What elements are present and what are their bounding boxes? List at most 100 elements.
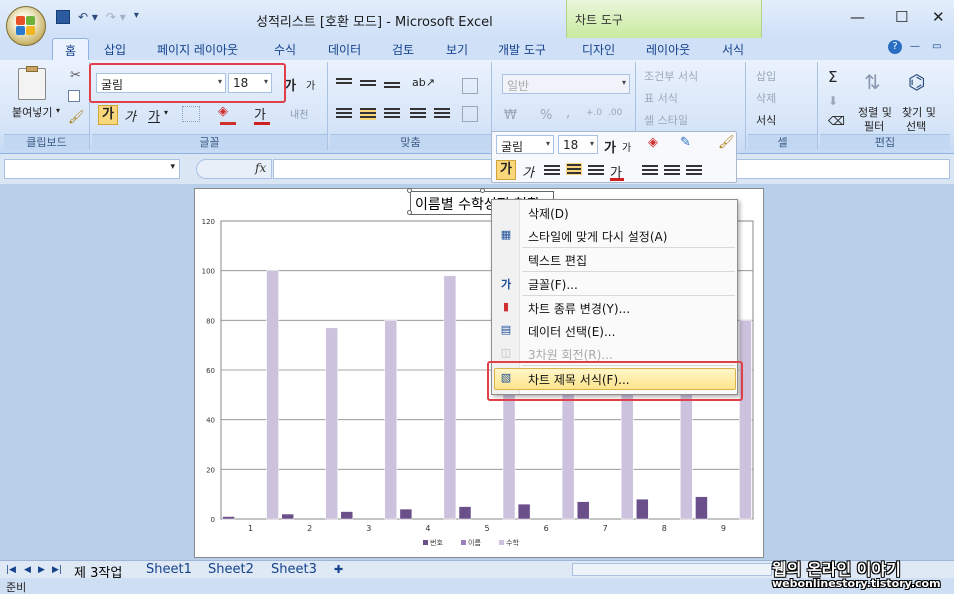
sort-filter-icon[interactable]: ⇅	[864, 70, 881, 94]
align-center-icon[interactable]	[360, 108, 376, 120]
mini-increase-indent-icon[interactable]	[664, 165, 680, 177]
tab-page-layout[interactable]: 페이지 레이아웃	[157, 41, 238, 58]
bold-button[interactable]: 가	[98, 105, 118, 125]
mini-fill-color-icon[interactable]: ◈	[648, 135, 658, 150]
first-sheet-icon[interactable]: |◀	[6, 565, 16, 575]
name-box[interactable]: ▾	[4, 159, 180, 179]
insert-sheet-icon[interactable]: ✚	[334, 563, 343, 576]
tab-data[interactable]: 데이터	[328, 41, 361, 58]
minimize-button[interactable]: —	[850, 8, 865, 26]
tab-home[interactable]: 홈	[52, 38, 90, 60]
find-select-button-line2[interactable]: 선택	[906, 118, 926, 134]
format-table-button[interactable]: 표 서식	[644, 90, 678, 106]
align-middle-icon[interactable]	[360, 80, 376, 92]
tab-developer[interactable]: 개발 도구	[498, 41, 546, 58]
font-color-button[interactable]: 가	[254, 104, 266, 123]
conditional-format-button[interactable]: 조건부 서식	[644, 68, 698, 84]
insert-cells-button[interactable]: 삽입	[756, 68, 776, 84]
sheet-tab[interactable]: Sheet1	[146, 562, 192, 577]
autosum-button[interactable]: Σ	[828, 68, 837, 86]
selection-handle[interactable]	[407, 188, 412, 193]
menu-item-delete[interactable]: 삭제(D)	[528, 205, 569, 222]
mini-font-name-combo[interactable]: 굴림 ▾	[496, 135, 554, 154]
help-icon[interactable]: ?	[888, 40, 902, 54]
binoculars-icon[interactable]: ⌬	[908, 70, 925, 94]
align-left-icon[interactable]	[336, 108, 352, 120]
menu-item-reset-style[interactable]: 스타일에 맞게 다시 설정(A)	[528, 228, 667, 245]
prev-sheet-icon[interactable]: ◀	[24, 565, 31, 575]
selection-handle[interactable]	[407, 210, 412, 215]
delete-cells-button[interactable]: 삭제	[756, 90, 776, 106]
ribbon-restore-icon[interactable]: ▭	[932, 41, 941, 52]
format-painter-icon[interactable]: 🖌	[68, 110, 85, 125]
cell-styles-button[interactable]: 셀 스타일	[644, 112, 688, 128]
mini-bold-button[interactable]: 가	[496, 160, 516, 180]
mini-font-size-combo[interactable]: 18 ▾	[558, 135, 598, 154]
tab-review[interactable]: 검토	[392, 41, 414, 58]
phonetic-button[interactable]: 내천	[290, 106, 308, 121]
italic-button[interactable]: 가	[124, 106, 136, 125]
mini-grow-font-button[interactable]: 가	[604, 137, 616, 156]
fill-color-icon[interactable]: ◈	[218, 104, 228, 119]
increase-indent-icon[interactable]	[434, 108, 450, 120]
comma-button[interactable]: ,	[566, 106, 570, 121]
mini-align-center-icon[interactable]	[566, 163, 582, 175]
save-icon[interactable]	[56, 10, 70, 24]
merge-center-icon[interactable]	[462, 106, 478, 122]
maximize-button[interactable]: ☐	[895, 8, 908, 26]
menu-item-edit-text[interactable]: 텍스트 편집	[528, 252, 587, 269]
sort-filter-button-line2[interactable]: 필터	[864, 118, 884, 134]
menu-item-select-data[interactable]: 데이터 선택(E)...	[528, 323, 615, 340]
orientation-icon[interactable]: ab↗	[412, 76, 435, 89]
customize-qat-icon[interactable]: ▾	[134, 10, 139, 24]
horizontal-scrollbar[interactable]	[572, 563, 772, 576]
borders-icon[interactable]	[182, 106, 200, 122]
insert-function-button[interactable]: fx	[255, 161, 266, 175]
clear-icon[interactable]: ⌫	[828, 114, 845, 128]
close-button[interactable]: ✕	[932, 8, 945, 26]
selection-handle[interactable]	[480, 188, 485, 193]
tab-view[interactable]: 보기	[446, 41, 468, 58]
mini-align-left-icon[interactable]	[544, 165, 560, 177]
percent-button[interactable]: %	[540, 108, 552, 123]
increase-decimal-icon[interactable]: +.0	[586, 108, 602, 118]
menu-item-change-chart-type[interactable]: 차트 종류 변경(Y)...	[528, 300, 630, 317]
tab-formulas[interactable]: 수식	[274, 41, 296, 58]
ribbon-minimize-icon[interactable]: —	[910, 41, 920, 52]
shrink-font-button[interactable]: 가	[306, 77, 315, 92]
paste-dropdown-icon[interactable]: ▾	[56, 106, 60, 115]
undo-icon[interactable]: ↶ ▾	[78, 10, 98, 24]
fill-icon[interactable]: ⬇	[828, 94, 838, 108]
next-sheet-icon[interactable]: ▶	[38, 565, 45, 575]
paste-icon[interactable]	[18, 66, 46, 100]
mini-decrease-indent-icon[interactable]	[642, 165, 658, 177]
decrease-indent-icon[interactable]	[410, 108, 426, 120]
wrap-text-icon[interactable]	[462, 78, 478, 94]
office-button[interactable]	[6, 6, 46, 46]
mini-bullets-icon[interactable]	[686, 165, 702, 177]
mini-italic-button[interactable]: 가	[522, 162, 534, 181]
align-bottom-icon[interactable]	[384, 82, 400, 94]
underline-button[interactable]: 가	[148, 106, 160, 125]
tab-chart-design[interactable]: 디자인	[582, 41, 615, 58]
currency-button[interactable]: ₩	[504, 108, 517, 123]
last-sheet-icon[interactable]: ▶|	[52, 565, 62, 575]
mini-shrink-font-button[interactable]: 가	[622, 139, 631, 154]
format-cells-button[interactable]: 서식	[756, 112, 776, 128]
decrease-decimal-icon[interactable]: .00	[608, 108, 622, 118]
sheet-tab[interactable]: Sheet3	[271, 562, 317, 577]
tab-insert[interactable]: 삽입	[104, 41, 126, 58]
tab-chart-layout[interactable]: 레이아웃	[646, 41, 690, 58]
menu-item-font[interactable]: 글꼴(F)...	[528, 276, 578, 293]
cut-icon[interactable]: ✂	[70, 68, 81, 83]
align-top-icon[interactable]	[336, 78, 352, 90]
tab-chart-format[interactable]: 서식	[722, 41, 744, 58]
copy-icon[interactable]	[68, 90, 80, 102]
mini-align-right-icon[interactable]	[588, 165, 604, 177]
mini-format-painter-icon[interactable]: 🖌	[718, 135, 735, 150]
paste-button[interactable]: 붙여넣기	[12, 104, 52, 120]
underline-dropdown-icon[interactable]: ▾	[164, 108, 168, 117]
number-format-combo[interactable]: 일반 ▾	[502, 74, 630, 94]
mini-outline-color-icon[interactable]: ✎	[680, 135, 691, 150]
sheet-tab[interactable]: Sheet2	[208, 562, 254, 577]
